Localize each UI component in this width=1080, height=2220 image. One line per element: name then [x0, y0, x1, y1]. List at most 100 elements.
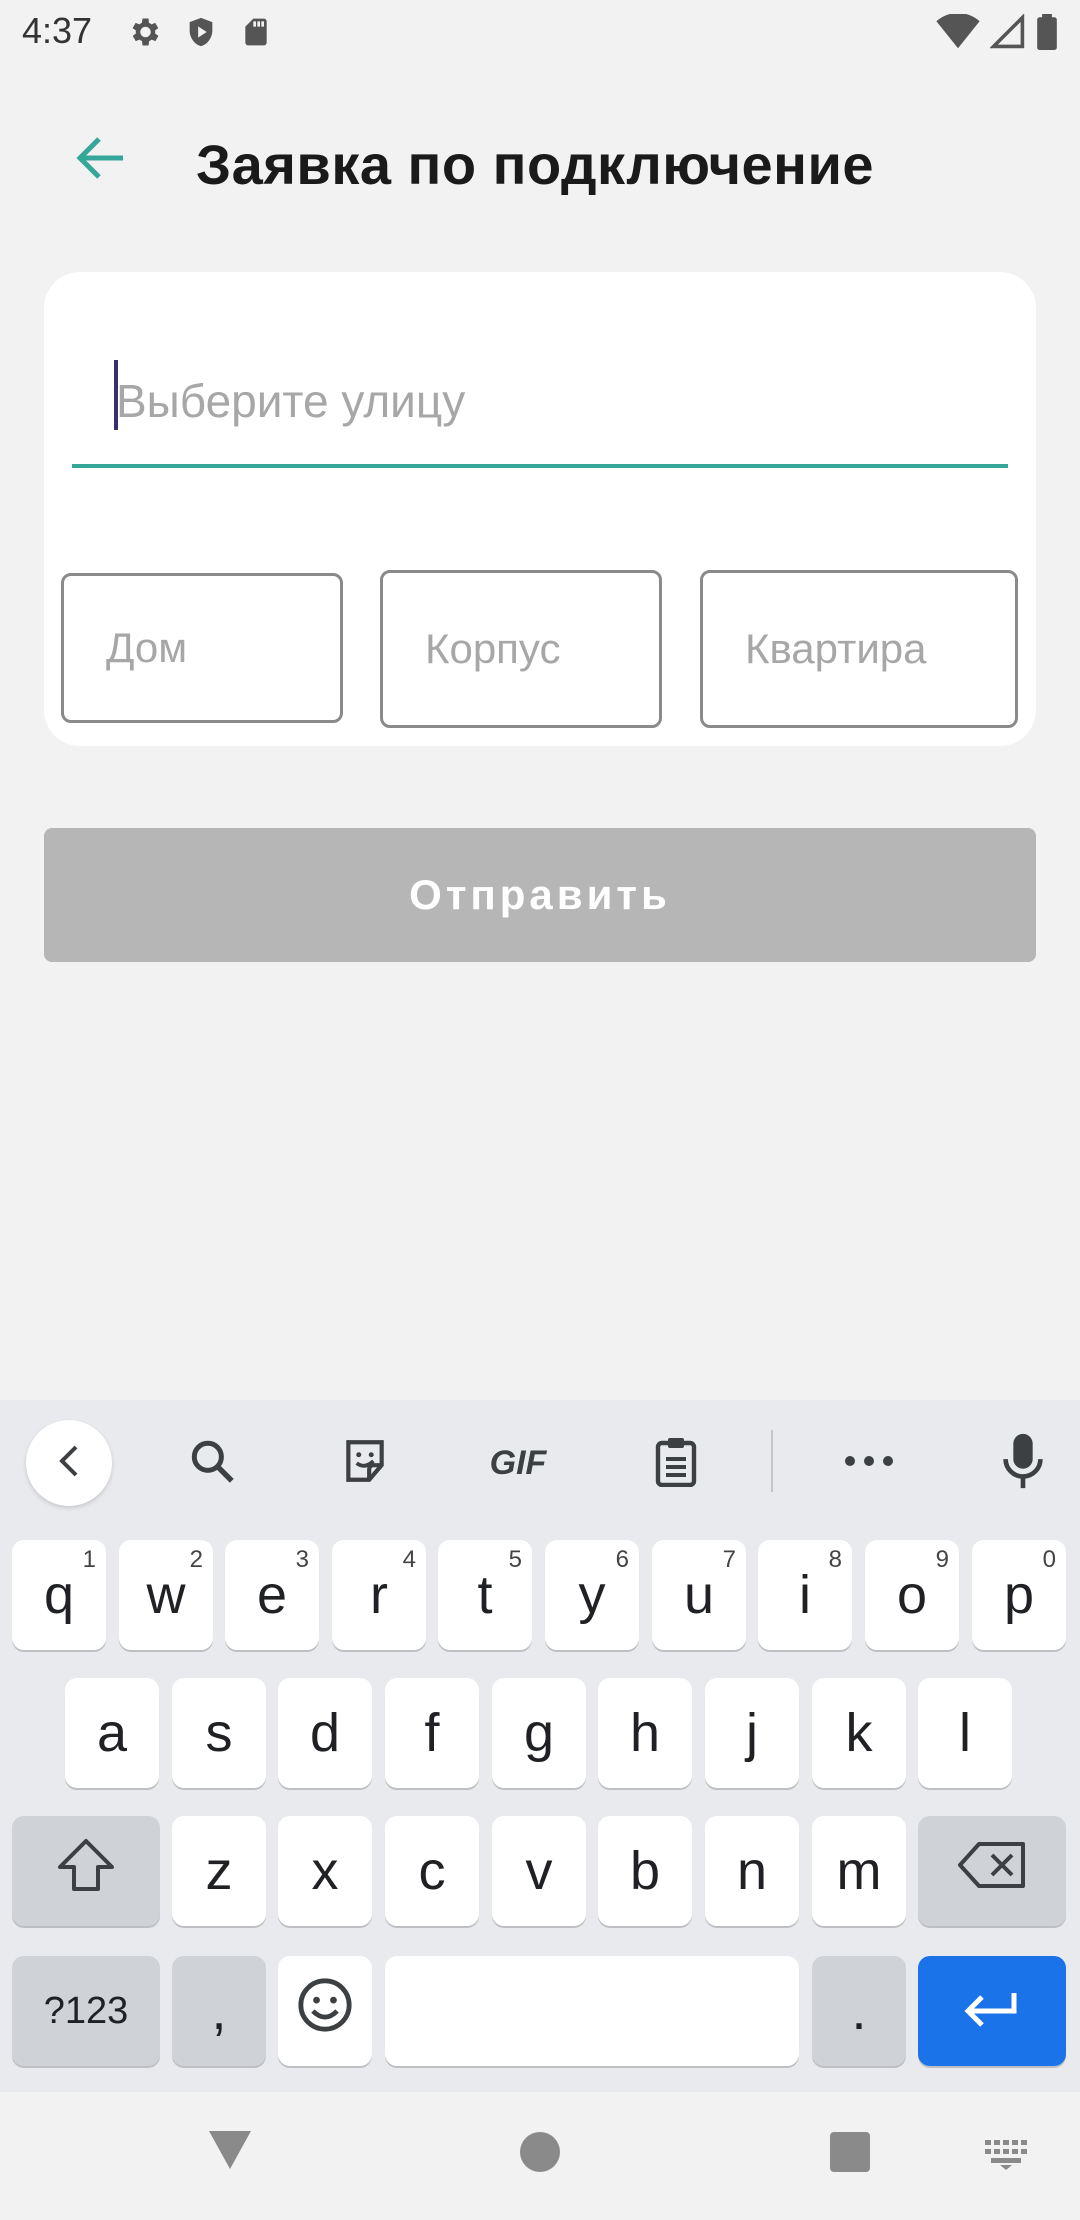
keyboard-switch-button[interactable] — [980, 2136, 1032, 2176]
key-d[interactable]: d — [278, 1678, 372, 1788]
key-g[interactable]: g — [492, 1678, 586, 1788]
search-icon — [187, 1436, 237, 1491]
key-l[interactable]: l — [918, 1678, 1012, 1788]
key-hint: 1 — [82, 1546, 96, 1573]
space-key[interactable] — [385, 1956, 799, 2066]
key-hint: 7 — [722, 1546, 736, 1573]
key-e[interactable]: e3 — [225, 1540, 319, 1650]
key-j[interactable]: j — [705, 1678, 799, 1788]
battery-icon — [1036, 14, 1058, 55]
key-b[interactable]: b — [598, 1816, 692, 1926]
key-label: e — [256, 1565, 288, 1625]
key-x[interactable]: x — [278, 1816, 372, 1926]
street-field[interactable] — [72, 340, 1008, 468]
key-label: p — [1003, 1565, 1035, 1625]
keyboard-search-button[interactable] — [167, 1418, 257, 1508]
key-hint: 6 — [615, 1546, 629, 1573]
page-title: Заявка по подключение — [196, 133, 875, 196]
keyboard-toolbar-divider — [771, 1430, 773, 1492]
key-u[interactable]: u7 — [652, 1540, 746, 1650]
key-p[interactable]: p0 — [972, 1540, 1066, 1650]
symbols-key[interactable]: ?123 — [12, 1956, 160, 2066]
more-icon — [843, 1454, 895, 1473]
key-label: o — [896, 1565, 928, 1625]
apartment-input[interactable] — [700, 570, 1018, 728]
key-hint: 3 — [295, 1546, 309, 1573]
key-s[interactable]: s — [172, 1678, 266, 1788]
keyboard-switch-icon — [983, 2138, 1029, 2175]
mic-icon — [1001, 1432, 1045, 1495]
text-cursor — [114, 360, 118, 430]
arrow-left-icon — [75, 136, 125, 185]
key-n[interactable]: n — [705, 1816, 799, 1926]
comma-key[interactable]: , — [172, 1956, 266, 2066]
key-hint: 8 — [828, 1546, 842, 1573]
key-m[interactable]: m — [812, 1816, 906, 1926]
status-left-icons — [126, 14, 272, 55]
street-underline — [72, 464, 1008, 468]
key-r[interactable]: r4 — [332, 1540, 426, 1650]
key-t[interactable]: t5 — [438, 1540, 532, 1650]
building-input[interactable] — [380, 570, 662, 728]
sticker-icon — [340, 1436, 390, 1491]
chevron-left-icon — [54, 1443, 84, 1484]
backspace-key[interactable] — [918, 1816, 1066, 1926]
key-label: r — [370, 1565, 388, 1625]
shield-play-icon — [184, 14, 218, 55]
house-input[interactable] — [61, 573, 343, 723]
backspace-icon — [957, 1840, 1027, 1903]
key-z[interactable]: z — [172, 1816, 266, 1926]
back-button[interactable] — [60, 120, 140, 200]
wifi-icon — [936, 12, 980, 55]
key-a[interactable]: a — [65, 1678, 159, 1788]
key-label: y — [578, 1565, 606, 1625]
keyboard-mic-button[interactable] — [978, 1418, 1068, 1508]
submit-button[interactable]: Отправить — [44, 828, 1036, 962]
emoji-key[interactable] — [278, 1956, 372, 2066]
nav-recents-button[interactable] — [822, 2126, 878, 2182]
key-label: u — [683, 1565, 715, 1625]
key-label: w — [146, 1565, 186, 1625]
key-hint: 0 — [1042, 1546, 1056, 1573]
clipboard-icon — [652, 1435, 700, 1492]
nav-back-button[interactable] — [202, 2124, 258, 2180]
keyboard-collapse-button[interactable] — [26, 1420, 112, 1506]
period-key[interactable]: . — [812, 1956, 906, 2066]
key-hint: 4 — [402, 1546, 416, 1573]
enter-key[interactable] — [918, 1956, 1066, 2066]
shift-icon — [55, 1837, 117, 1906]
keyboard-more-button[interactable] — [824, 1418, 914, 1508]
key-o[interactable]: o9 — [865, 1540, 959, 1650]
key-v[interactable]: v — [492, 1816, 586, 1926]
key-hint: 2 — [189, 1546, 203, 1573]
home-circle-icon — [519, 2131, 561, 2178]
key-k[interactable]: k — [812, 1678, 906, 1788]
key-q[interactable]: q1 — [12, 1540, 106, 1650]
key-h[interactable]: h — [598, 1678, 692, 1788]
key-label: i — [799, 1565, 811, 1625]
key-hint: 9 — [935, 1546, 949, 1573]
key-i[interactable]: i8 — [758, 1540, 852, 1650]
status-right-icons — [936, 12, 1058, 55]
key-f[interactable]: f — [385, 1678, 479, 1788]
street-input[interactable] — [72, 340, 1008, 462]
enter-icon — [962, 1980, 1022, 2042]
key-y[interactable]: y6 — [545, 1540, 639, 1650]
key-w[interactable]: w2 — [119, 1540, 213, 1650]
nav-home-button[interactable] — [512, 2126, 568, 2182]
recents-square-icon — [829, 2131, 871, 2178]
sd-card-icon — [240, 14, 272, 55]
keyboard-gif-button[interactable]: GIF — [473, 1418, 563, 1508]
keyboard-clipboard-button[interactable] — [631, 1418, 721, 1508]
key-label: t — [477, 1565, 493, 1625]
shift-key[interactable] — [12, 1816, 160, 1926]
gear-icon — [126, 14, 162, 55]
keyboard-sticker-button[interactable] — [320, 1418, 410, 1508]
signal-icon — [989, 13, 1026, 55]
emoji-icon — [296, 1976, 354, 2047]
key-label: q — [43, 1565, 75, 1625]
key-c[interactable]: c — [385, 1816, 479, 1926]
status-time: 4:37 — [22, 10, 93, 51]
key-hint: 5 — [508, 1546, 522, 1573]
back-triangle-icon — [207, 2129, 253, 2176]
